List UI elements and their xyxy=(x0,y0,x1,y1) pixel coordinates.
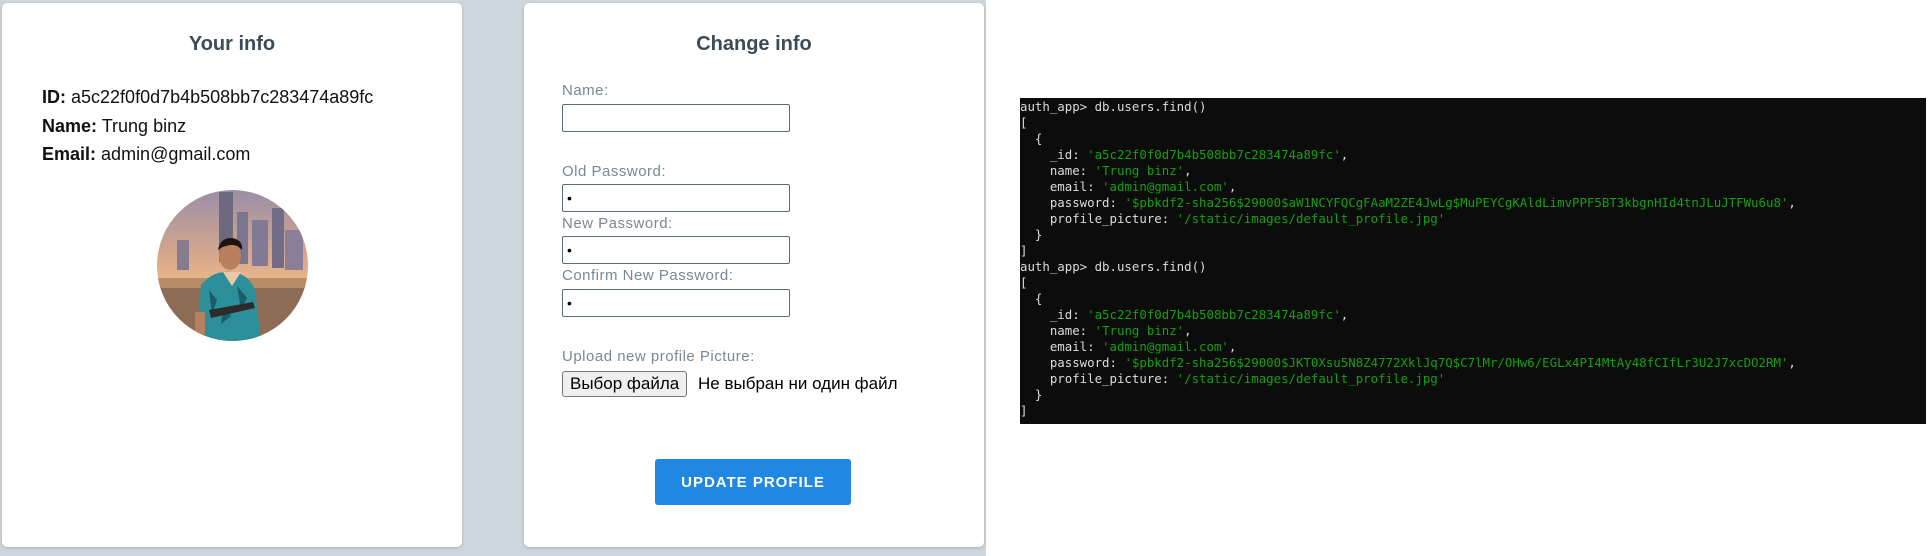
terminal-text-token: , xyxy=(1340,147,1349,162)
terminal-text-token: } xyxy=(1020,387,1043,402)
terminal-text-token: auth_app> db.users.find() xyxy=(1020,259,1207,274)
terminal-line: { xyxy=(1020,291,1926,307)
your-info-card: Your info ID: a5c22f0f0d7b4b508bb7c28347… xyxy=(2,3,462,547)
info-email-value: admin@gmail.com xyxy=(101,144,251,164)
terminal-line: email: 'admin@gmail.com', xyxy=(1020,339,1926,355)
terminal-string-token: 'Trung binz' xyxy=(1094,323,1185,338)
terminal-text-token: , xyxy=(1228,179,1237,194)
terminal-text-token: [ xyxy=(1020,275,1028,290)
terminal-text-token: profile_picture: xyxy=(1020,371,1177,386)
terminal-string-token: 'admin@gmail.com' xyxy=(1102,339,1229,354)
old-password-input[interactable] xyxy=(562,184,790,212)
new-password-input[interactable] xyxy=(562,236,790,264)
upload-picture-label: Upload new profile Picture: xyxy=(562,348,755,365)
terminal-string-token: 'admin@gmail.com' xyxy=(1102,179,1229,194)
terminal-line: [ xyxy=(1020,275,1926,291)
info-name-value: Trung binz xyxy=(101,116,187,136)
terminal-text-token: password: xyxy=(1020,195,1125,210)
terminal-text-token: } xyxy=(1020,227,1043,242)
confirm-password-label: Confirm New Password: xyxy=(562,267,734,284)
terminal-text-token: , xyxy=(1788,195,1796,210)
terminal-text-token: { xyxy=(1020,291,1043,306)
terminal-string-token: '$pbkdf2-sha256$29000$JKT0Xsu5N8Z4772Xkl… xyxy=(1124,355,1789,370)
terminal-line: } xyxy=(1020,387,1926,403)
confirm-password-input[interactable] xyxy=(562,289,790,317)
terminal-text-token: email: xyxy=(1020,179,1103,194)
your-info-title: Your info xyxy=(188,33,276,55)
file-status-text: Не выбран ни один файл xyxy=(698,374,898,393)
name-input[interactable] xyxy=(562,104,790,132)
terminal-text-token: email: xyxy=(1020,339,1103,354)
old-password-label: Old Password: xyxy=(562,163,667,180)
change-info-title: Change info xyxy=(696,33,812,55)
info-id-label: ID: xyxy=(42,87,66,107)
terminal-line: auth_app> db.users.find() xyxy=(1020,259,1926,275)
name-label: Name: xyxy=(562,82,609,99)
terminal-string-token: '/static/images/default_profile.jpg' xyxy=(1176,211,1446,226)
change-info-card: Change info Name: Old Password: New Pass… xyxy=(524,3,984,547)
terminal-text-token: ] xyxy=(1020,243,1028,258)
avatar-image xyxy=(157,190,308,341)
info-name-row: Name: Trung binz xyxy=(42,116,186,137)
terminal-line: name: 'Trung binz', xyxy=(1020,323,1926,339)
info-id-value: a5c22f0f0d7b4b508bb7c283474a89fc xyxy=(71,87,374,107)
terminal-line: ] xyxy=(1020,403,1926,419)
terminal-text-token: , xyxy=(1340,307,1349,322)
terminal-output: auth_app> db.users.find()[ { _id: 'a5c22… xyxy=(1020,99,1926,419)
update-profile-button[interactable]: UPDATE PROFILE xyxy=(655,459,851,505)
choose-file-button[interactable]: Выбор файла xyxy=(562,371,688,397)
info-email-row: Email: admin@gmail.com xyxy=(42,144,250,165)
terminal-string-token: '$pbkdf2-sha256$29000$aW1NCYFQCgFAaM2ZE4… xyxy=(1124,195,1789,210)
terminal-text-token: name: xyxy=(1020,323,1095,338)
profile-page: Your info ID: a5c22f0f0d7b4b508bb7c28347… xyxy=(0,0,986,556)
terminal-line: password: '$pbkdf2-sha256$29000$aW1NCYFQ… xyxy=(1020,195,1926,211)
terminal-text-token: [ xyxy=(1020,115,1028,130)
terminal-string-token: 'Trung binz' xyxy=(1094,163,1185,178)
terminal-text-token: ] xyxy=(1020,403,1028,418)
terminal-text-token: name: xyxy=(1020,163,1095,178)
terminal-line: { xyxy=(1020,131,1926,147)
terminal-text-token: { xyxy=(1020,131,1043,146)
terminal-text-token: , xyxy=(1184,163,1192,178)
terminal-text-token: _id: xyxy=(1020,307,1088,322)
terminal-line: _id: 'a5c22f0f0d7b4b508bb7c283474a89fc', xyxy=(1020,147,1926,163)
terminal-line: _id: 'a5c22f0f0d7b4b508bb7c283474a89fc', xyxy=(1020,307,1926,323)
terminal-text-token: profile_picture: xyxy=(1020,211,1177,226)
terminal-line: email: 'admin@gmail.com', xyxy=(1020,179,1926,195)
terminal-text-token: _id: xyxy=(1020,147,1088,162)
terminal-text-token: , xyxy=(1788,355,1796,370)
terminal-line: profile_picture: '/static/images/default… xyxy=(1020,211,1926,227)
terminal-text-token: , xyxy=(1184,323,1192,338)
terminal-text-token: , xyxy=(1228,339,1237,354)
new-password-label: New Password: xyxy=(562,215,673,232)
terminal-line: ] xyxy=(1020,243,1926,259)
terminal-string-token: '/static/images/default_profile.jpg' xyxy=(1176,371,1446,386)
terminal-text-token: password: xyxy=(1020,355,1125,370)
terminal-text-token: auth_app> db.users.find() xyxy=(1020,99,1207,114)
terminal-line: password: '$pbkdf2-sha256$29000$JKT0Xsu5… xyxy=(1020,355,1926,371)
terminal-line: profile_picture: '/static/images/default… xyxy=(1020,371,1926,387)
info-email-label: Email: xyxy=(42,144,97,164)
terminal-line: } xyxy=(1020,227,1926,243)
terminal-line: auth_app> db.users.find() xyxy=(1020,99,1926,115)
terminal-string-token: 'a5c22f0f0d7b4b508bb7c283474a89fc' xyxy=(1087,307,1341,322)
info-name-label: Name: xyxy=(42,116,98,136)
terminal-string-token: 'a5c22f0f0d7b4b508bb7c283474a89fc' xyxy=(1087,147,1341,162)
terminal-line: name: 'Trung binz', xyxy=(1020,163,1926,179)
info-id-row: ID: a5c22f0f0d7b4b508bb7c283474a89fc xyxy=(42,87,373,108)
terminal-line: [ xyxy=(1020,115,1926,131)
profile-avatar xyxy=(157,190,308,341)
terminal-window[interactable]: auth_app> db.users.find()[ { _id: 'a5c22… xyxy=(1020,98,1926,424)
